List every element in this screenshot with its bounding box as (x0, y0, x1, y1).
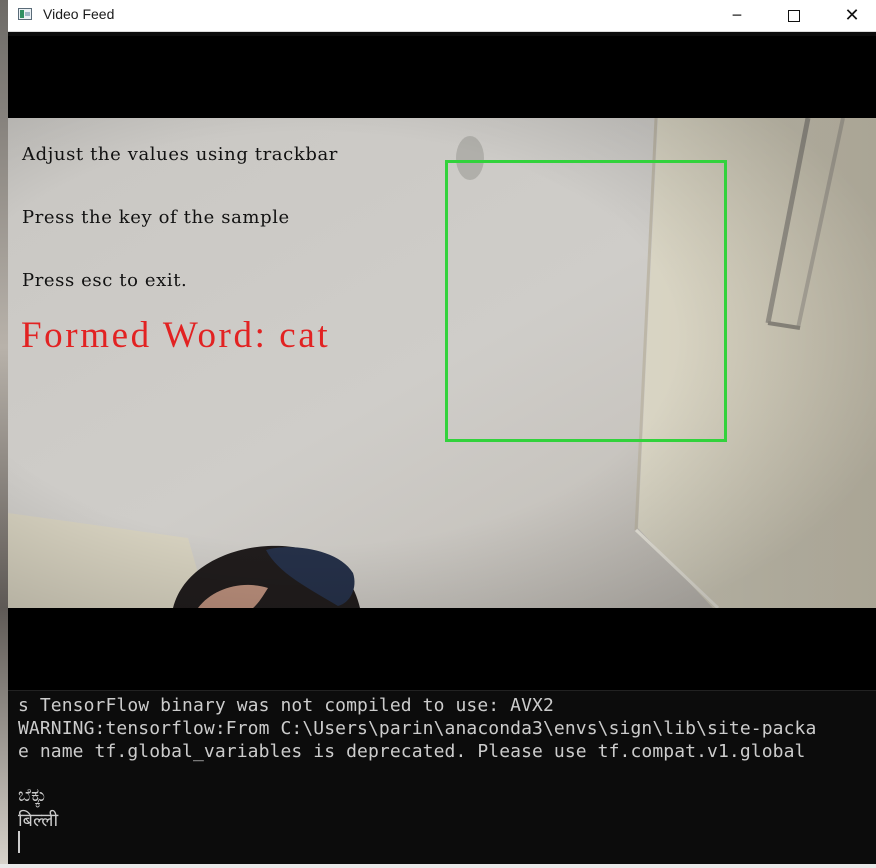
camera-image (8, 118, 876, 608)
app-window-icon (18, 8, 32, 20)
window-title: Video Feed (43, 6, 115, 22)
formed-word-label: Formed Word: cat (21, 315, 331, 356)
instruction-esc-exit: Press esc to exit. (22, 270, 188, 291)
maximize-icon (788, 9, 800, 22)
console-line: e name tf.global_variables is deprecated… (18, 741, 806, 762)
instruction-press-key: Press the key of the sample (22, 207, 290, 228)
console-line-hindi: बिल्ली (18, 810, 59, 831)
close-icon: ✕ (844, 5, 860, 26)
window-bottom-edge (0, 864, 876, 868)
console-line: s TensorFlow binary was not compiled to … (18, 695, 554, 716)
background-window-edge (0, 0, 8, 868)
video-feed: Adjust the values using trackbar Press t… (8, 36, 876, 690)
console-line: WARNING:tensorflow:From C:\Users\parin\a… (18, 718, 817, 739)
close-button[interactable]: ✕ (823, 0, 876, 31)
maximize-button[interactable] (765, 0, 823, 31)
console-line-kannada: ಬೆಕ್ಕು (18, 785, 47, 806)
title-bar[interactable]: Video Feed ─ ✕ (8, 0, 876, 32)
minimize-button[interactable]: ─ (708, 0, 766, 31)
text-cursor (18, 831, 20, 853)
camera-frame: Adjust the values using trackbar Press t… (8, 118, 876, 608)
minimize-icon: ─ (732, 7, 742, 24)
hand-roi-box (445, 160, 727, 442)
instruction-trackbar: Adjust the values using trackbar (22, 144, 338, 165)
terminal-console[interactable]: s TensorFlow binary was not compiled to … (8, 690, 876, 865)
